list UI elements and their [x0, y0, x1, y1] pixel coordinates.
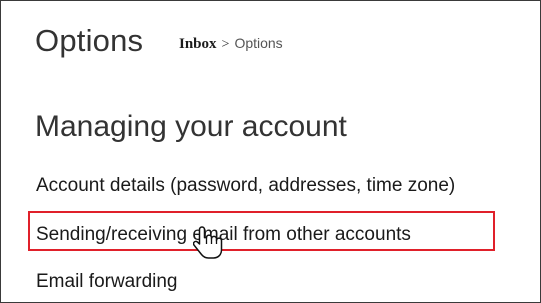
highlight-box: [28, 211, 495, 251]
email-forwarding-link[interactable]: Email forwarding: [36, 271, 178, 293]
page-title: Options: [35, 23, 144, 58]
section-heading: Managing your account: [35, 110, 347, 143]
account-details-link[interactable]: Account details (password, addresses, ti…: [36, 175, 455, 197]
breadcrumb-current: Options: [234, 35, 283, 51]
breadcrumb-separator: >: [221, 37, 230, 52]
hand-pointer-icon: [193, 226, 223, 259]
breadcrumb: Inbox > Options: [179, 35, 283, 53]
options-page: Options Inbox > Options Managing your ac…: [0, 0, 541, 303]
breadcrumb-inbox-link[interactable]: Inbox: [179, 36, 217, 53]
